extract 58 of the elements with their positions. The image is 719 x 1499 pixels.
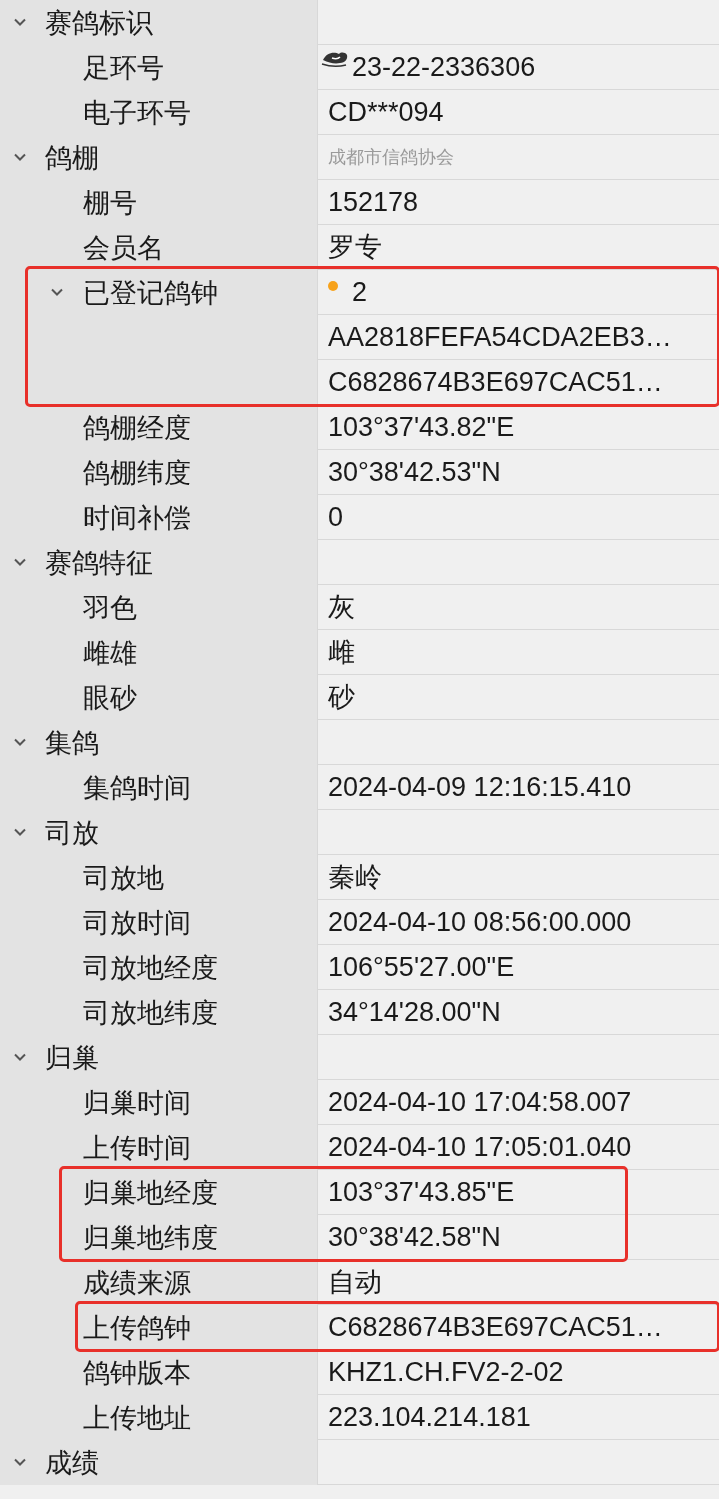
property-value: 砂	[328, 681, 355, 714]
property-label: 鸽棚纬度	[83, 456, 191, 490]
property-value: 106°55'27.00"E	[328, 951, 515, 983]
property-value: 罗专	[328, 231, 382, 264]
property-value: AA2818FEFA54CDA2EB3…	[328, 321, 672, 353]
property-value: 2024-04-10 17:05:01.040	[328, 1131, 632, 1163]
property-label: 上传地址	[83, 1401, 191, 1435]
property-value: CD***094	[328, 96, 444, 128]
property-label: 上传时间	[83, 1131, 191, 1165]
group-hint: 成都市信鸽协会	[328, 146, 454, 169]
property-value: 自动	[328, 1266, 382, 1299]
property-value: 34°14'28.00"N	[328, 996, 501, 1028]
property-label: 雌雄	[83, 636, 137, 670]
property-value: C6828674B3E697CAC51…	[328, 366, 663, 398]
property-label: 归巢时间	[83, 1086, 191, 1120]
property-label: 归巢地纬度	[83, 1221, 218, 1255]
property-value: 223.104.214.181	[328, 1401, 531, 1433]
property-value: 30°38'42.58"N	[328, 1221, 501, 1253]
property-value: 103°37'43.82"E	[328, 411, 515, 443]
property-value: 灰	[328, 591, 355, 624]
property-label: 归巢地经度	[83, 1176, 218, 1210]
property-value: 2	[352, 276, 368, 308]
property-label: 赛鸽特征	[45, 546, 153, 580]
property-label: 成绩	[45, 1446, 99, 1480]
property-label: 鸽钟版本	[83, 1356, 191, 1390]
property-label: 司放	[45, 816, 99, 850]
property-label: 鸽棚	[45, 141, 99, 175]
property-value: KHZ1.CH.FV2-2-02	[328, 1356, 564, 1388]
property-label: 集鸽	[45, 726, 99, 760]
property-value: 2024-04-10 17:04:58.007	[328, 1086, 632, 1118]
property-value: 2024-04-10 08:56:00.000	[328, 906, 632, 938]
property-value: C6828674B3E697CAC51…	[328, 1311, 663, 1343]
property-value: 雌	[328, 636, 355, 669]
property-label: 集鸽时间	[83, 771, 191, 805]
property-label: 羽色	[83, 591, 137, 625]
property-value: 30°38'42.53"N	[328, 456, 501, 488]
property-value: 0	[328, 501, 344, 533]
property-label: 足环号	[83, 51, 164, 85]
property-value: 2024-04-09 12:16:15.410	[328, 771, 632, 803]
property-label: 司放地	[83, 861, 164, 895]
property-label: 司放地纬度	[83, 996, 218, 1030]
property-label: 电子环号	[83, 96, 191, 130]
property-value: 秦岭	[328, 861, 382, 894]
property-label: 归巢	[45, 1041, 99, 1075]
property-label: 时间补偿	[83, 501, 191, 535]
property-label: 棚号	[83, 186, 137, 220]
property-label: 上传鸽钟	[83, 1311, 191, 1345]
property-label: 赛鸽标识	[45, 6, 153, 40]
property-label: 成绩来源	[83, 1266, 191, 1300]
property-label: 会员名	[83, 231, 164, 265]
property-label: 已登记鸽钟	[83, 276, 218, 310]
property-label: 眼砂	[83, 681, 137, 715]
property-value: 23-22-2336306	[352, 51, 536, 83]
property-value: 152178	[328, 186, 419, 218]
property-label: 司放地经度	[83, 951, 218, 985]
property-label: 司放时间	[83, 906, 191, 940]
property-value: 103°37'43.85"E	[328, 1176, 515, 1208]
property-label: 鸽棚经度	[83, 411, 191, 445]
